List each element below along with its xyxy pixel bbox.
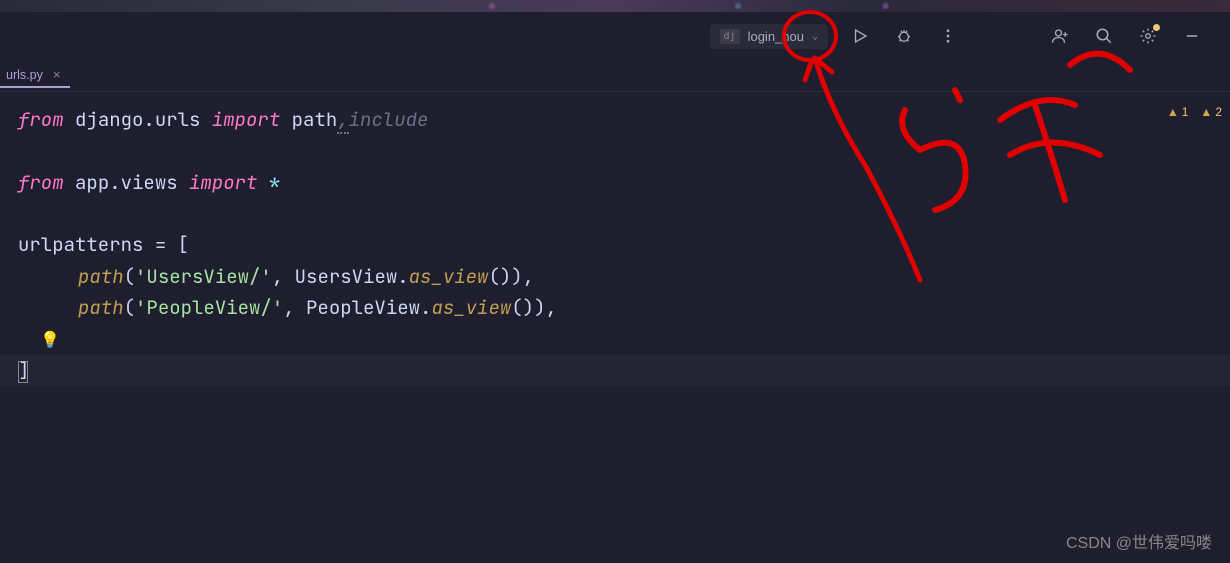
intention-bulb-row: 💡 [18, 323, 1230, 354]
lightbulb-icon[interactable]: 💡 [40, 327, 60, 353]
code-line-3: from app.views import * [18, 167, 1230, 198]
run-config-name: login_hou [748, 29, 804, 44]
chevron-down-icon: ⌄ [812, 31, 818, 42]
main-toolbar: dj login_hou ⌄ [0, 12, 1230, 60]
django-badge: dj [720, 29, 740, 44]
run-configuration-selector[interactable]: dj login_hou ⌄ [710, 24, 828, 49]
code-line-6: path('UsersView/', UsersView.as_view()), [18, 261, 1230, 292]
search-icon [1095, 27, 1113, 45]
add-user-icon [1051, 27, 1069, 45]
code-line-4 [18, 198, 1230, 229]
watermark: CSDN @世伟爱吗喽 [1066, 529, 1212, 553]
file-tab-urls[interactable]: urls.py × [0, 63, 70, 88]
code-with-me-button[interactable] [1042, 18, 1078, 54]
play-icon [851, 27, 869, 45]
code-line-9: ] [0, 355, 1230, 386]
minimize-icon [1183, 27, 1201, 45]
debug-button[interactable] [886, 18, 922, 54]
code-line-2 [18, 135, 1230, 166]
run-button[interactable] [842, 18, 878, 54]
minimize-button[interactable] [1174, 18, 1210, 54]
notification-dot [1153, 24, 1160, 31]
code-line-7: path('PeopleView/', PeopleView.as_view()… [18, 292, 1230, 323]
more-vertical-icon [939, 27, 957, 45]
code-line-5: urlpatterns = [ [18, 229, 1230, 260]
more-actions-button[interactable] [930, 18, 966, 54]
code-editor[interactable]: from django.urls import path,include fro… [0, 92, 1230, 386]
code-line-1: from django.urls import path,include [18, 104, 1230, 135]
bug-icon [895, 27, 913, 45]
close-tab-icon[interactable]: × [53, 67, 61, 82]
tab-filename: urls.py [6, 68, 43, 82]
settings-button[interactable] [1130, 18, 1166, 54]
editor-tab-bar: urls.py × [0, 60, 1230, 92]
search-everywhere-button[interactable] [1086, 18, 1122, 54]
window-top-decoration [0, 0, 1230, 12]
